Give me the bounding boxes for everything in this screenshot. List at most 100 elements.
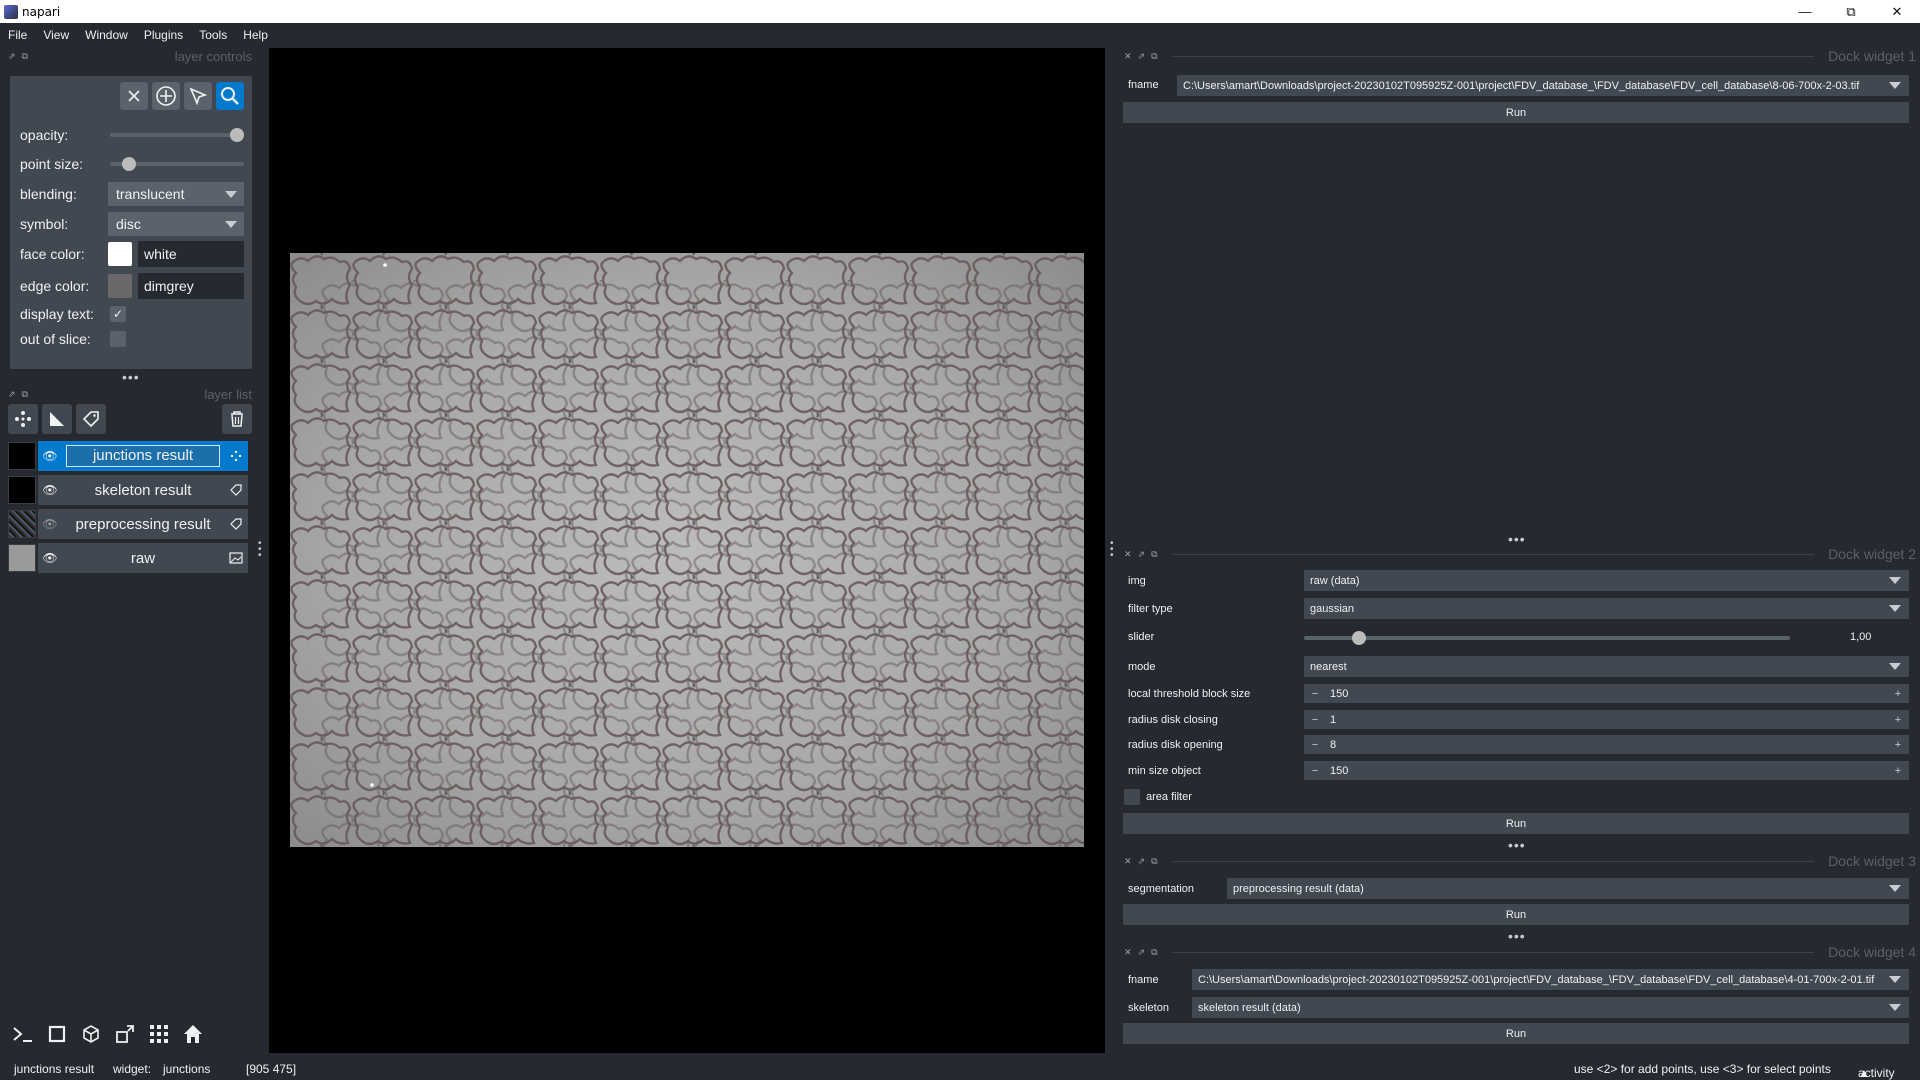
undock-icon[interactable]: ⧉ <box>1151 856 1157 867</box>
edge-color-field[interactable]: dimgrey <box>138 273 244 299</box>
layer-item[interactable]: 👁 skeleton result <box>38 475 248 505</box>
transpose-button[interactable] <box>110 1019 140 1049</box>
dock3-seg-select[interactable]: preprocessing result (data) <box>1227 878 1909 899</box>
delete-layer-button[interactable] <box>222 404 252 434</box>
minus-icon[interactable]: − <box>1304 688 1326 700</box>
dock2-slider[interactable] <box>1304 631 1790 645</box>
layer-item[interactable]: 👁 raw <box>38 543 248 573</box>
ndisplay-button[interactable] <box>42 1019 72 1049</box>
dock2-block-spinbox[interactable]: − 150 + <box>1304 684 1909 703</box>
float-icon[interactable]: ⇗ <box>1138 51 1146 62</box>
splitter-handle[interactable]: ••• <box>122 369 140 385</box>
float-icon[interactable]: ⇗ <box>1138 549 1146 560</box>
face-color-swatch[interactable] <box>108 242 132 266</box>
close-button[interactable]: ✕ <box>1874 0 1920 23</box>
undock-icon[interactable]: ⧉ <box>22 389 28 400</box>
microscopy-image[interactable] <box>290 253 1084 847</box>
delete-points-button[interactable] <box>120 82 148 110</box>
dock2-slider-handle[interactable] <box>1352 631 1366 645</box>
layer-item-selected[interactable]: 👁 junctions result <box>38 441 248 471</box>
menu-view[interactable]: View <box>35 28 77 42</box>
minus-icon[interactable]: − <box>1304 714 1326 726</box>
close-icon[interactable]: ✕ <box>1124 856 1132 867</box>
plus-icon[interactable]: + <box>1887 688 1909 700</box>
layer-name-junctions[interactable]: junctions result <box>66 445 220 467</box>
grid-button[interactable] <box>144 1019 174 1049</box>
close-icon[interactable]: ✕ <box>1124 549 1132 560</box>
dock2-minsize-value[interactable]: 150 <box>1326 765 1887 777</box>
add-points-button[interactable] <box>152 82 180 110</box>
dock2-opening-spinbox[interactable]: − 8 + <box>1304 735 1909 754</box>
pan-zoom-button[interactable] <box>216 82 244 110</box>
console-button[interactable] <box>8 1019 38 1049</box>
dock3-run-button[interactable]: Run <box>1123 904 1909 925</box>
menu-plugins[interactable]: Plugins <box>136 28 191 42</box>
close-icon[interactable]: ✕ <box>1124 947 1132 958</box>
new-points-layer-button[interactable] <box>8 404 38 434</box>
roll-dims-button[interactable] <box>76 1019 106 1049</box>
menu-help[interactable]: Help <box>235 28 276 42</box>
menu-file[interactable]: File <box>0 28 35 42</box>
opacity-slider-handle[interactable] <box>230 128 244 142</box>
home-button[interactable] <box>178 1019 208 1049</box>
dock2-minsize-spinbox[interactable]: − 150 + <box>1304 761 1909 780</box>
edge-color-swatch[interactable] <box>108 274 132 298</box>
dock2-run-button[interactable]: Run <box>1123 813 1909 834</box>
float-icon[interactable]: ⇗ <box>8 51 16 62</box>
dock4-skeleton-select[interactable]: skeleton result (data) <box>1192 997 1909 1018</box>
vertical-splitter-handle[interactable]: • • • <box>1110 539 1114 561</box>
dock2-mode-select[interactable]: nearest <box>1304 656 1909 677</box>
visibility-eye-hidden-icon[interactable]: 👁 <box>38 517 62 531</box>
dock2-filter-select[interactable]: gaussian <box>1304 598 1909 619</box>
layer-list-header[interactable]: ⇗ ⧉ layer list <box>0 385 260 403</box>
layer-row-raw[interactable]: 👁 raw <box>8 543 248 573</box>
dock4-fname-select[interactable]: C:\Users\amart\Downloads\project-2023010… <box>1192 969 1909 990</box>
dock1-header[interactable]: ✕ ⇗ ⧉ Dock widget 1 <box>1124 47 1916 65</box>
dock2-area-filter-checkbox[interactable] <box>1124 789 1140 805</box>
dock2-closing-value[interactable]: 1 <box>1326 714 1887 726</box>
visibility-eye-icon[interactable]: 👁 <box>38 551 62 565</box>
vertical-splitter-handle[interactable]: • • • <box>258 539 262 561</box>
minimize-button[interactable]: — <box>1782 0 1828 23</box>
point-marker[interactable] <box>383 263 387 267</box>
dock-splitter-handle[interactable]: ••• <box>1508 837 1526 853</box>
point-size-slider-handle[interactable] <box>122 157 136 171</box>
face-color-field[interactable]: white <box>138 241 244 267</box>
dock2-img-select[interactable]: raw (data) <box>1304 570 1909 591</box>
dock4-header[interactable]: ✕ ⇗ ⧉ Dock widget 4 <box>1124 943 1916 961</box>
dock-splitter-handle[interactable]: ••• <box>1508 928 1526 944</box>
undock-icon[interactable]: ⧉ <box>1151 549 1157 560</box>
blending-select[interactable]: translucent <box>108 182 244 206</box>
visibility-eye-icon[interactable]: 👁 <box>38 483 62 497</box>
point-size-slider[interactable] <box>110 157 244 171</box>
new-labels-layer-button[interactable] <box>76 404 106 434</box>
dock3-header[interactable]: ✕ ⇗ ⧉ Dock widget 3 <box>1124 852 1916 870</box>
dock4-run-button[interactable]: Run <box>1123 1023 1909 1044</box>
dock2-opening-value[interactable]: 8 <box>1326 739 1887 751</box>
float-icon[interactable]: ⇗ <box>1138 856 1146 867</box>
layer-row-junctions[interactable]: 👁 junctions result <box>8 441 248 471</box>
minus-icon[interactable]: − <box>1304 739 1326 751</box>
viewer-canvas[interactable] <box>269 48 1105 1053</box>
minus-icon[interactable]: − <box>1304 765 1326 777</box>
menu-tools[interactable]: Tools <box>191 28 235 42</box>
plus-icon[interactable]: + <box>1887 739 1909 751</box>
dock1-run-button[interactable]: Run <box>1123 102 1909 123</box>
opacity-slider[interactable] <box>110 128 244 142</box>
restore-button[interactable]: ⧉ <box>1828 0 1874 23</box>
layer-row-skeleton[interactable]: 👁 skeleton result <box>8 475 248 505</box>
layer-item[interactable]: 👁 preprocessing result <box>38 509 248 539</box>
new-shapes-layer-button[interactable] <box>42 404 72 434</box>
undock-icon[interactable]: ⧉ <box>22 51 28 62</box>
display-text-checkbox[interactable]: ✓ <box>110 306 126 322</box>
select-points-button[interactable] <box>184 82 212 110</box>
dock2-header[interactable]: ✕ ⇗ ⧉ Dock widget 2 <box>1124 545 1916 563</box>
point-marker[interactable] <box>370 783 374 787</box>
out-of-slice-checkbox[interactable] <box>110 331 126 347</box>
undock-icon[interactable]: ⧉ <box>1151 947 1157 958</box>
dock2-closing-spinbox[interactable]: − 1 + <box>1304 710 1909 729</box>
symbol-select[interactable]: disc <box>108 212 244 236</box>
menu-window[interactable]: Window <box>77 28 136 42</box>
undock-icon[interactable]: ⧉ <box>1151 51 1157 62</box>
float-icon[interactable]: ⇗ <box>8 389 16 400</box>
